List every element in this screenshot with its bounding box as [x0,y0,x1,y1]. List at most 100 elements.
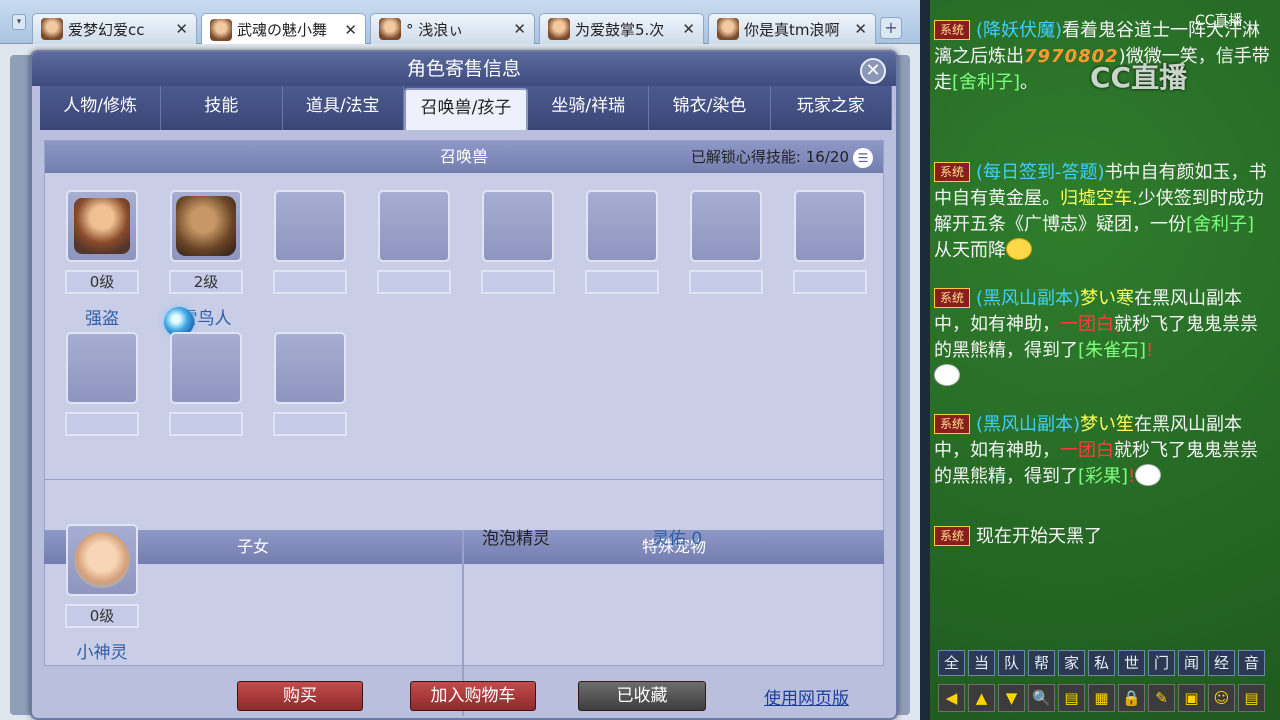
pet-level-2: 2级 [169,270,243,294]
item-link[interactable]: [朱雀石] [1078,340,1146,361]
pet-level-empty [585,270,659,294]
pet-name-1[interactable]: 强盗 [62,304,142,329]
cc-live-watermark: CC直播 [1090,61,1188,94]
menu-icon[interactable]: ▤ [1238,684,1265,712]
item-link[interactable]: [彩果] [1078,466,1128,487]
buy-button[interactable]: 购买 [237,681,363,711]
tab-label: 你是真tm浪啊 [744,20,840,39]
player-name[interactable]: 归墟空车. [1060,188,1138,209]
channel-world[interactable]: 世 [1118,650,1145,676]
pet-slot-3[interactable] [274,190,346,262]
down-arrow-icon[interactable]: ▼ [998,684,1025,712]
channel-family[interactable]: 家 [1058,650,1085,676]
channel-all[interactable]: 全 [938,650,965,676]
browser-tab-1[interactable]: 爱梦幻爱cc ✕ [32,13,197,44]
avatar-icon [548,18,570,40]
thunderbird-portrait-icon [176,196,236,256]
close-icon[interactable]: ✕ [860,58,886,84]
pet-slot-11[interactable] [274,332,346,404]
channel-sect[interactable]: 门 [1148,650,1175,676]
tab-character[interactable]: 人物/修炼 [40,86,162,130]
child-slot-1[interactable] [66,524,138,596]
laugh-emoji-icon [1006,238,1032,260]
chat-toolbar: ◀ ▲ ▼ 🔍 ▤ ▦ 🔒 ✎ ▣ ☺ ▤ [938,684,1265,712]
message-text: ! [1128,466,1136,487]
stat-value: 0 [691,529,703,549]
tab-items[interactable]: 道具/法宝 [283,86,404,130]
pet-slot-1[interactable] [66,190,138,262]
browser-tab-4[interactable]: 为爱鼓掌5.次 ✕ [539,13,704,44]
chat-message-2: 系统 (每日签到-答题)书中自有颜如玉，书中自有黄金屋。归墟空车.少侠签到时成功解… [934,160,1272,264]
search-icon[interactable]: 🔍 [1028,684,1055,712]
pet-slot-4[interactable] [378,190,450,262]
tab-home[interactable]: 玩家之家 [771,86,892,130]
tab-scroll-arrow[interactable]: ▾ [12,14,26,30]
child-name-1[interactable]: 小神灵 [62,638,142,663]
item-link[interactable]: [舍利子] [952,72,1020,93]
category-tabs: 人物/修炼 技能 道具/法宝 召唤兽/孩子 坐骑/祥瑞 锦衣/染色 玩家之家 [40,86,892,130]
tab-skills[interactable]: 技能 [161,86,283,130]
channel-current[interactable]: 当 [968,650,995,676]
window-title: 角色寄售信息 [32,52,896,86]
pet-slot-7[interactable] [690,190,762,262]
tab-label: 爱梦幻爱cc [68,20,145,39]
channel-voice[interactable]: 音 [1238,650,1265,676]
channel-team[interactable]: 队 [998,650,1025,676]
tab-close-icon[interactable]: ✕ [344,21,357,39]
pet-level-empty [273,412,347,436]
channel-guild[interactable]: 帮 [1028,650,1055,676]
window-icon[interactable]: ▣ [1178,684,1205,712]
panda-emoji-icon [1135,464,1162,486]
favorited-button[interactable]: 已收藏 [578,681,706,711]
chat-message-3: 系统 (黑风山副本)梦い寒在黑风山副本中，如有神助，一团白就秒飞了鬼鬼祟祟的黑熊精… [934,286,1272,390]
tab-close-icon[interactable]: ✕ [854,20,867,38]
add-to-cart-button[interactable]: 加入购物车 [410,681,536,711]
tab-costumes[interactable]: 锦衣/染色 [649,86,771,130]
note-icon[interactable]: ▤ [1058,684,1085,712]
brush-icon[interactable]: ✎ [1148,684,1175,712]
monster-name: 一团白 [1060,314,1114,335]
emoji-icon[interactable]: ☺ [1208,684,1235,712]
pet-slot-9[interactable] [66,332,138,404]
pet-level-empty [377,270,451,294]
system-tag: 系统 [934,288,971,308]
player-name[interactable]: 梦い寒 [1080,288,1134,309]
tab-label: 武魂の魅小舞 [237,21,328,39]
avatar-icon [210,18,232,41]
left-arrow-icon[interactable]: ◀ [938,684,965,712]
channel-economy[interactable]: 经 [1208,650,1235,676]
pet-slot-10[interactable] [170,332,242,404]
web-version-link[interactable]: 使用网页版 [764,684,849,709]
special-pet-stat: 灵佑 0 [652,524,702,549]
unlock-skills: 已解锁心得技能: 16/20 [691,141,849,173]
avatar-icon [41,18,63,40]
new-tab-button[interactable]: + [880,17,902,39]
tab-pets[interactable]: 召唤兽/孩子 [403,88,529,130]
browser-tab-3[interactable]: ° 浅浪ぃ ✕ [370,13,535,44]
list-icon[interactable]: ☰ [853,148,873,168]
lock-icon[interactable]: 🔒 [1118,684,1145,712]
grid-icon[interactable]: ▦ [1088,684,1115,712]
tab-close-icon[interactable]: ✕ [513,20,526,38]
character-sale-window: 角色寄售信息 ✕ 人物/修炼 技能 道具/法宝 召唤兽/孩子 坐骑/祥瑞 锦衣/… [30,50,898,720]
tab-close-icon[interactable]: ✕ [682,20,695,38]
tab-mounts[interactable]: 坐骑/祥瑞 [528,86,650,130]
tab-close-icon[interactable]: ✕ [175,20,188,38]
browser-tab-5[interactable]: 你是真tm浪啊 ✕ [708,13,876,44]
system-tag: 系统 [934,162,971,182]
item-link[interactable]: [舍利子] [1186,214,1254,235]
pet-slot-6[interactable] [586,190,658,262]
pet-level-1: 0级 [65,270,139,294]
stat-label: 灵佑 [652,529,686,549]
up-arrow-icon[interactable]: ▲ [968,684,995,712]
pet-slot-8[interactable] [794,190,866,262]
channel-private[interactable]: 私 [1088,650,1115,676]
system-tag: 系统 [934,414,971,434]
player-name[interactable]: 梦い笙 [1080,414,1134,435]
pet-slot-5[interactable] [482,190,554,262]
pet-slot-2[interactable] [170,190,242,262]
avatar-icon [717,18,739,40]
child-portrait-icon [74,532,130,588]
channel-news[interactable]: 闻 [1178,650,1205,676]
browser-tab-2[interactable]: 武魂の魅小舞 ✕ [201,13,366,45]
